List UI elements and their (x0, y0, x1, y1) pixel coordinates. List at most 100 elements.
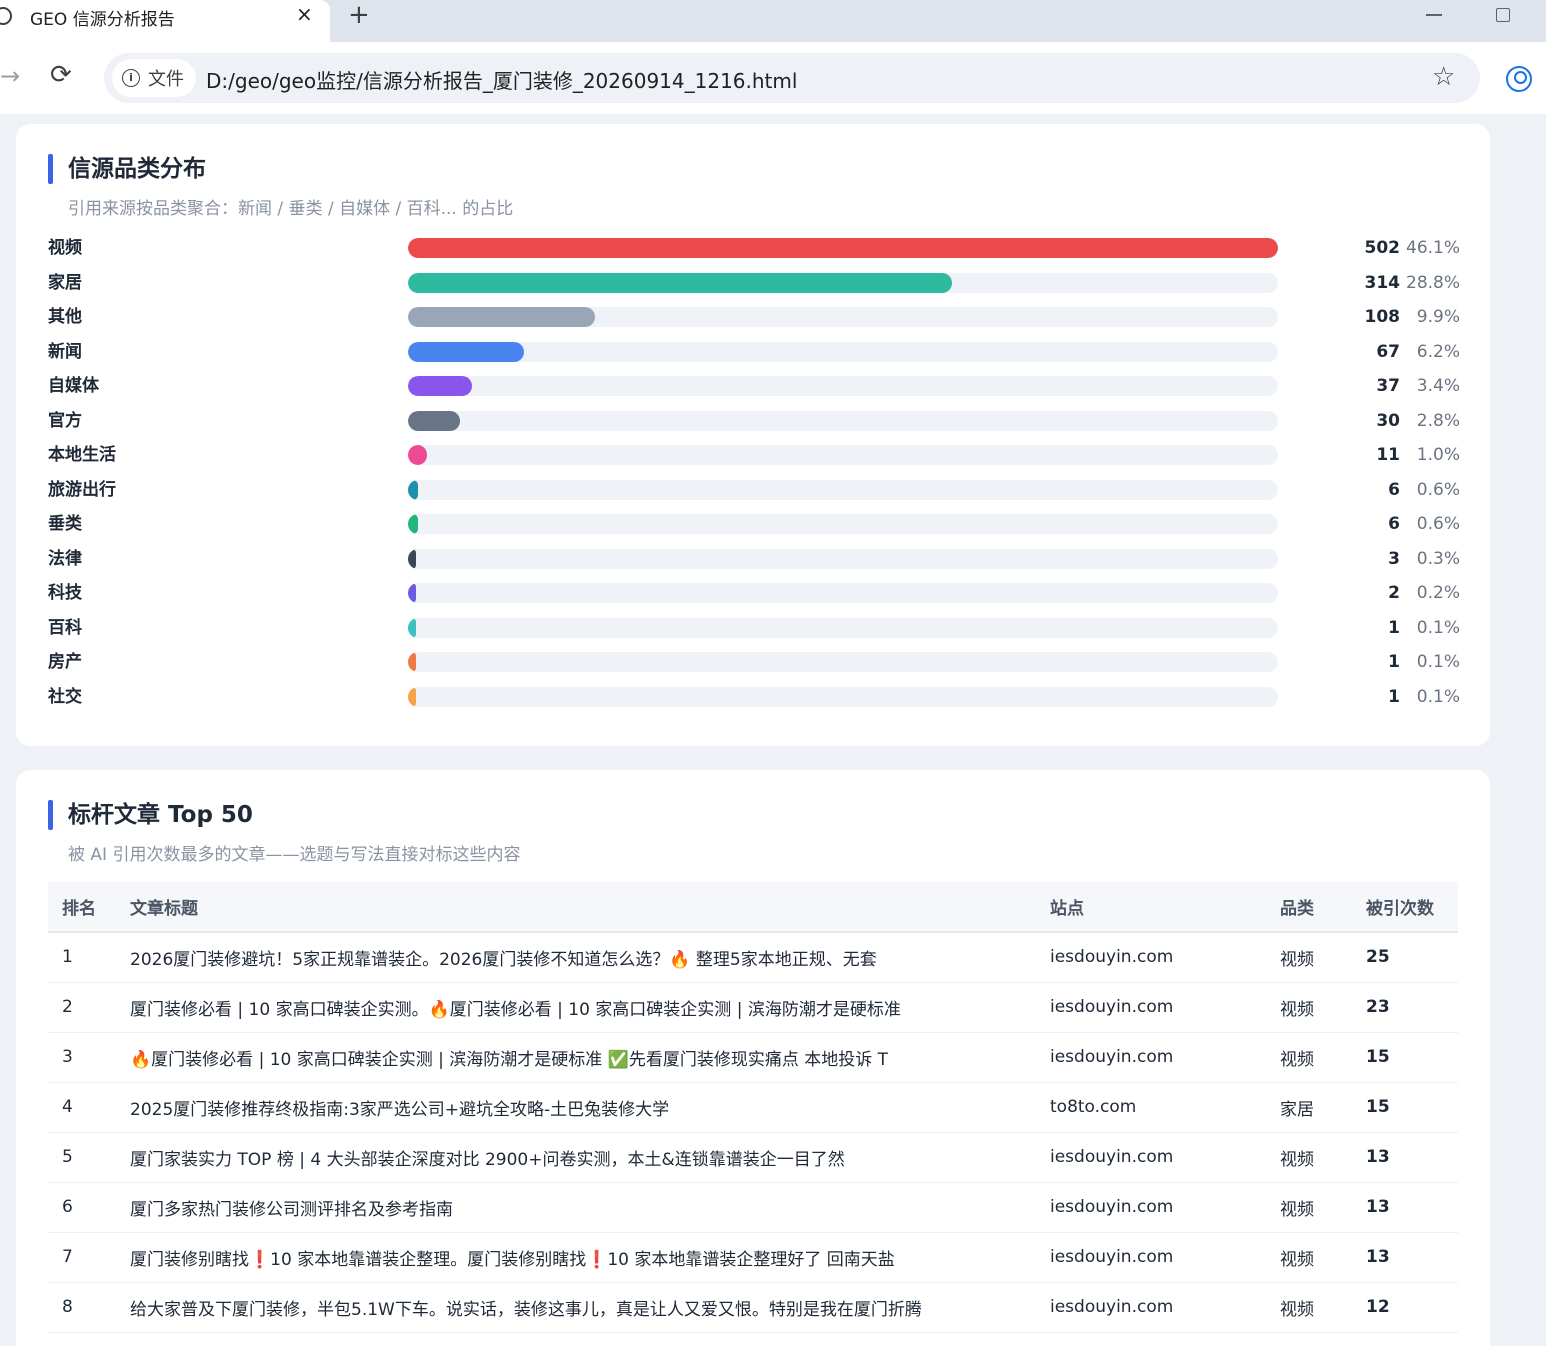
category-percent: 0.1% (1416, 652, 1460, 672)
article-category: 视频 (1266, 932, 1352, 983)
article-title-link[interactable]: 厦门装修必看 | 10 家高口碑装企实测。🔥厦门装修必看 | 10 家高口碑装企… (116, 982, 1036, 1033)
category-bar-row: 家居 314 28.8% (48, 271, 1460, 306)
address-bar[interactable]: i 文件 D:/geo/geo监控/信源分析报告_厦门装修_20260914_1… (104, 53, 1480, 103)
tab-bar: GEO 信源分析报告 × + (0, 0, 1546, 42)
category-count: 6 (1388, 479, 1400, 500)
article-site: to8to.com (1036, 1082, 1266, 1133)
category-count: 67 (1376, 341, 1400, 362)
column-header-cites[interactable]: 被引次数 (1352, 882, 1458, 933)
category-bar-row: 百科 1 0.1% (48, 616, 1460, 651)
site-info-label: 文件 (148, 69, 184, 90)
article-title-link[interactable]: 2026厦门装修避坑！5家正规靠谱装企。2026厦门装修不知道怎么选？🔥 整理5… (116, 932, 1036, 983)
table-row[interactable]: 6 厦门多家热门装修公司测评排名及参考指南 iesdouyin.com 视频 13 (48, 1182, 1458, 1233)
bookmark-star-icon[interactable]: ☆ (1432, 62, 1455, 92)
table-row[interactable]: 4 2025厦门装修推荐终极指南:3家严选公司+避坑全攻略-土巴兔装修大学 to8t… (48, 1082, 1458, 1133)
category-label: 房产 (48, 652, 82, 672)
info-icon: i (122, 69, 140, 87)
category-label: 自媒体 (48, 376, 99, 396)
minimize-icon[interactable] (1426, 14, 1442, 16)
category-percent: 6.2% (1416, 341, 1460, 362)
table-row[interactable]: 7 厦门装修别瞎找❗10 家本地靠谱装企整理。厦门装修别瞎找❗10 家本地靠谱装企… (48, 1232, 1458, 1283)
title-accent-bar (48, 800, 53, 830)
bar-track (408, 307, 1278, 327)
category-count: 37 (1376, 376, 1400, 396)
article-cites: 15 (1352, 1032, 1458, 1083)
section-subtitle: 引用来源按品类聚合：新闻 / 垂类 / 自媒体 / 百科... 的占比 (68, 199, 514, 219)
category-label: 其他 (48, 307, 82, 327)
article-category: 视频 (1266, 1032, 1352, 1083)
bar-fill (408, 272, 953, 293)
category-count: 1 (1388, 617, 1400, 638)
forward-arrow-icon[interactable]: → (0, 62, 20, 90)
table-row[interactable]: 5 厦门家装实力 TOP 榜 | 4 大头部装企深度对比 2900+问卷实测，本土… (48, 1132, 1458, 1183)
bar-fill (408, 514, 419, 534)
category-bar-row: 社交 1 0.1% (48, 685, 1460, 720)
article-cites: 13 (1352, 1132, 1458, 1183)
bar-fill (408, 652, 416, 672)
reload-icon[interactable]: ⟳ (50, 60, 72, 90)
article-rank: 4 (48, 1082, 116, 1133)
article-site: iesdouyin.com (1036, 1282, 1266, 1333)
new-tab-button[interactable]: + (348, 0, 370, 30)
bar-track (408, 686, 1278, 707)
bar-track (408, 652, 1278, 672)
column-header-title[interactable]: 文章标题 (116, 882, 1036, 933)
category-label: 视频 (48, 238, 82, 258)
profile-icon[interactable] (1506, 66, 1532, 92)
category-label: 旅游出行 (48, 479, 116, 500)
category-percent: 1.0% (1416, 445, 1460, 465)
article-cites: 13 (1352, 1182, 1458, 1233)
article-title-link[interactable]: 给大家普及下厦门装修，半包5.1W下车。说实话，装修这事儿，真是让人又爱又恨。特… (116, 1282, 1036, 1333)
bar-fill (408, 617, 416, 638)
category-label: 科技 (48, 583, 82, 603)
category-percent: 3.4% (1416, 376, 1460, 396)
category-label: 家居 (48, 272, 82, 293)
article-title-link[interactable]: 2025厦门装修推荐终极指南:3家严选公司+避坑全攻略-土巴兔装修大学 (116, 1082, 1036, 1133)
bar-fill (408, 410, 460, 431)
column-header-site[interactable]: 站点 (1036, 882, 1266, 933)
table-row[interactable]: 3 🔥厦门装修必看 | 10 家高口碑装企实测 | 滨海防潮才是硬标准 ✅先看厦门… (48, 1032, 1458, 1083)
article-rank: 5 (48, 1132, 116, 1183)
article-cites: 13 (1352, 1232, 1458, 1283)
title-accent-bar (48, 154, 53, 184)
table-row[interactable]: 8 给大家普及下厦门装修，半包5.1W下车。说实话，装修这事儿，真是让人又爱又恨。… (48, 1282, 1458, 1333)
site-info-chip[interactable]: i 文件 (112, 59, 196, 97)
top-articles-table: 排名 文章标题 站点 品类 被引次数 1 2026厦门装修避坑！5家正规靠谱装企。… (48, 882, 1458, 1333)
category-count: 1 (1388, 652, 1400, 672)
category-percent: 0.6% (1416, 479, 1460, 500)
article-category: 视频 (1266, 1182, 1352, 1233)
category-count: 108 (1364, 307, 1401, 327)
article-cites: 25 (1352, 932, 1458, 983)
article-cites: 12 (1352, 1282, 1458, 1333)
category-count: 30 (1376, 410, 1400, 431)
close-icon[interactable]: × (296, 2, 313, 26)
bar-track (408, 410, 1278, 431)
browser-tab-active[interactable]: GEO 信源分析报告 × (0, 0, 330, 42)
bar-fill (408, 341, 525, 362)
article-category: 视频 (1266, 982, 1352, 1033)
maximize-icon[interactable] (1496, 8, 1510, 22)
article-title-link[interactable]: 厦门家装实力 TOP 榜 | 4 大头部装企深度对比 2900+问卷实测，本土&… (116, 1132, 1036, 1183)
article-category: 视频 (1266, 1232, 1352, 1283)
table-row[interactable]: 1 2026厦门装修避坑！5家正规靠谱装企。2026厦门装修不知道怎么选？🔥 整理… (48, 932, 1458, 983)
category-count: 1 (1388, 686, 1400, 707)
category-bar-row: 本地生活 11 1.0% (48, 443, 1460, 478)
article-rank: 7 (48, 1232, 116, 1283)
table-row[interactable]: 2 厦门装修必看 | 10 家高口碑装企实测。🔥厦门装修必看 | 10 家高口碑装… (48, 982, 1458, 1033)
column-header-category[interactable]: 品类 (1266, 882, 1352, 933)
article-title-link[interactable]: 🔥厦门装修必看 | 10 家高口碑装企实测 | 滨海防潮才是硬标准 ✅先看厦门装… (116, 1032, 1036, 1083)
article-site: iesdouyin.com (1036, 1182, 1266, 1233)
bar-fill (408, 307, 596, 327)
article-site: iesdouyin.com (1036, 1232, 1266, 1283)
table-header-row: 排名 文章标题 站点 品类 被引次数 (48, 882, 1458, 933)
category-bar-row: 新闻 67 6.2% (48, 340, 1460, 375)
article-title-link[interactable]: 厦门装修别瞎找❗10 家本地靠谱装企整理。厦门装修别瞎找❗10 家本地靠谱装企整… (116, 1232, 1036, 1283)
article-rank: 8 (48, 1282, 116, 1333)
category-bar-row: 房产 1 0.1% (48, 650, 1460, 685)
bar-fill (408, 583, 416, 603)
url-text[interactable]: D:/geo/geo监控/信源分析报告_厦门装修_20260914_1216.h… (206, 65, 797, 94)
category-label: 垂类 (48, 514, 82, 534)
article-title-link[interactable]: 厦门多家热门装修公司测评排名及参考指南 (116, 1182, 1036, 1233)
category-percent: 0.3% (1416, 548, 1460, 569)
column-header-rank[interactable]: 排名 (48, 882, 116, 933)
